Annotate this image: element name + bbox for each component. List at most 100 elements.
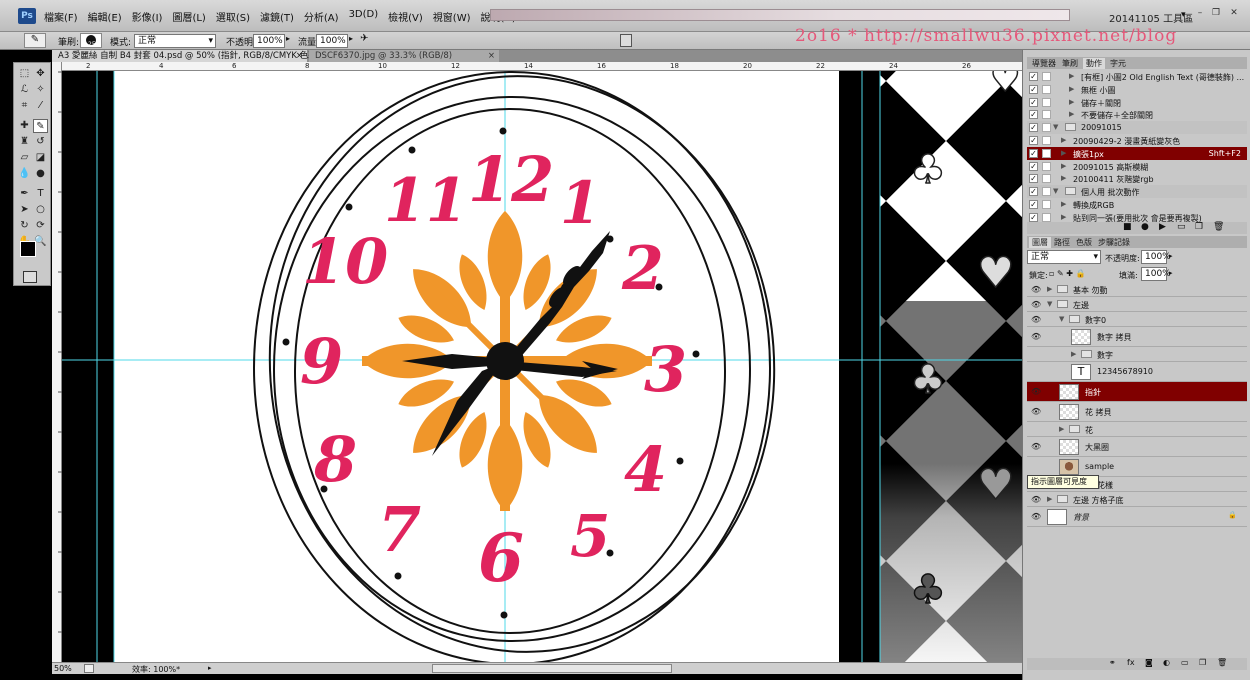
healing-brush-tool-icon[interactable]: ✚	[17, 119, 32, 133]
visibility-eye-icon[interactable]: 👁	[1031, 495, 1041, 504]
checkmark-icon[interactable]: ✓	[1029, 148, 1038, 158]
chevron-right-icon[interactable]: ▶	[1061, 149, 1066, 157]
layer-row[interactable]: 👁 指針	[1027, 382, 1247, 402]
tab-navigator[interactable]: 導覽器	[1029, 58, 1059, 69]
mask-icon[interactable]: ◙	[1145, 658, 1153, 667]
dialog-toggle[interactable]	[1042, 110, 1051, 120]
layer-row[interactable]: 👁 ▼ 左邊	[1027, 297, 1247, 312]
action-item[interactable]: ✓ ▶ 儲存＋關閉	[1027, 96, 1247, 109]
mode-select[interactable]: 正常 ▾	[134, 34, 216, 48]
tab-character[interactable]: 字元	[1107, 58, 1129, 69]
dialog-toggle[interactable]	[1042, 187, 1051, 197]
status-icon[interactable]	[84, 664, 94, 673]
tab-a3-alice[interactable]: A3 愛麗絲 自制 B4 封套 04.psd @ 50% (指針, RGB/8/…	[52, 50, 327, 62]
checkmark-icon[interactable]: ✓	[1029, 72, 1038, 81]
checkmark-icon[interactable]: ✓	[1029, 174, 1038, 184]
type-tool-icon[interactable]: T	[33, 187, 48, 201]
dodge-tool-icon[interactable]: ●	[33, 167, 48, 181]
checkmark-icon[interactable]: ✓	[1029, 110, 1038, 120]
play-icon[interactable]: ▶	[1159, 222, 1166, 232]
tab-dscf6370[interactable]: DSCF6370.jpg @ 33.3% (RGB/8) ×	[309, 50, 499, 62]
layer-row[interactable]: 👁 ▶ 基本 勿動	[1027, 282, 1247, 297]
brush-tool-preset-icon[interactable]: ✎	[24, 33, 46, 48]
chevron-down-icon[interactable]: ▼	[1053, 123, 1058, 131]
visibility-eye-icon[interactable]: 👁	[1031, 285, 1041, 294]
record-icon[interactable]: ●	[1141, 222, 1149, 232]
visibility-eye-icon[interactable]: 👁	[1031, 300, 1041, 309]
airbrush-icon[interactable]: ✈	[360, 33, 374, 48]
action-item[interactable]: ✓ ▶ 轉換成RGB	[1027, 198, 1247, 211]
menu-item[interactable]: 選取(S)	[216, 9, 250, 24]
action-item[interactable]: ✓ ▼ 個人用 批次動作	[1027, 185, 1247, 198]
layer-row[interactable]: sample	[1027, 457, 1247, 477]
magic-wand-tool-icon[interactable]: ✧	[33, 83, 48, 97]
chevron-right-icon[interactable]: ▶	[1061, 174, 1066, 182]
new-set-icon[interactable]: ▭	[1177, 222, 1186, 232]
layer-row[interactable]: 👁 背景 🔒	[1027, 507, 1247, 527]
trash-icon[interactable]: 🗑	[1213, 222, 1224, 232]
layer-row[interactable]: ▶ 花	[1027, 422, 1247, 437]
checkmark-icon[interactable]: ✓	[1029, 97, 1038, 107]
action-item[interactable]: ✓ ▶ [有框] 小圖2 Old English Text (哥德裝飾) ...	[1027, 70, 1247, 83]
menu-item[interactable]: 圖層(L)	[172, 9, 205, 24]
menu-item[interactable]: 視窗(W)	[433, 9, 471, 24]
action-item[interactable]: ✓ ▶ 20100411 灰階變rgb	[1027, 172, 1247, 185]
chevron-right-icon[interactable]: ▶	[1061, 162, 1066, 170]
chevron-down-icon[interactable]: ▼	[1059, 315, 1064, 323]
visibility-eye-icon[interactable]: 👁	[1031, 512, 1041, 521]
layer-row[interactable]: 👁 數字 拷貝	[1027, 327, 1247, 347]
tab-actions[interactable]: 動作	[1083, 58, 1105, 69]
layer-row[interactable]: 👁 ▼ 數字0	[1027, 312, 1247, 327]
fx-icon[interactable]: fx	[1127, 658, 1135, 667]
visibility-eye-icon[interactable]: 👁	[1031, 332, 1041, 341]
brush-preview[interactable]: 25	[80, 33, 102, 48]
chevron-down-icon[interactable]: ▼	[1047, 300, 1052, 308]
chevron-right-icon[interactable]: ▶	[1061, 136, 1066, 144]
trash-icon[interactable]: 🗑	[1217, 658, 1227, 667]
chevron-right-icon[interactable]: ▶	[1069, 98, 1074, 106]
lock-icons[interactable]: ▫ ✎ ✚ 🔒	[1049, 269, 1085, 278]
action-item[interactable]: ✓ ▼ 20091015	[1027, 121, 1247, 134]
tab-layers[interactable]: 圖層	[1029, 237, 1051, 248]
menu-item[interactable]: 3D(D)	[349, 9, 379, 24]
3d-rotate-tool-icon[interactable]: ↻	[17, 219, 32, 233]
dialog-toggle[interactable]	[1042, 174, 1051, 184]
action-item[interactable]: ✓ ▶ 20091015 高斯模糊	[1027, 160, 1247, 173]
dialog-toggle[interactable]	[1042, 123, 1051, 133]
layer-opacity-input[interactable]: 100%	[1141, 250, 1171, 264]
eraser-tool-icon[interactable]: ▱	[17, 151, 32, 165]
action-item[interactable]: ✓ ▶ 擴張1px Shft+F2	[1027, 146, 1247, 160]
dialog-toggle[interactable]	[1042, 84, 1051, 94]
brush-tool-icon[interactable]: ✎	[33, 119, 48, 133]
menu-item[interactable]: 影像(I)	[132, 9, 163, 24]
chevron-right-icon[interactable]: ▶	[1061, 213, 1066, 221]
checkmark-icon[interactable]: ✓	[1029, 84, 1038, 94]
menu-item[interactable]: 編輯(E)	[88, 9, 122, 24]
chevron-right-icon[interactable]: ▶	[1069, 85, 1074, 93]
horizontal-scrollbar-thumb[interactable]	[432, 664, 672, 673]
action-item[interactable]: ✓ ▶ 無框 小圖	[1027, 83, 1247, 96]
chevron-right-icon[interactable]: ▶	[1047, 495, 1052, 503]
zoom-level[interactable]: 50%	[54, 664, 72, 673]
tab-channels[interactable]: 色版	[1073, 237, 1095, 248]
eyedropper-tool-icon[interactable]: ⁄	[33, 99, 48, 113]
chevron-right-icon[interactable]: ▶	[1047, 285, 1052, 293]
close-icon[interactable]: ×	[488, 50, 495, 62]
visibility-eye-icon[interactable]: 👁	[1031, 315, 1041, 324]
tab-history[interactable]: 步驟記錄	[1095, 237, 1133, 248]
chevron-down-icon[interactable]: ▾	[1181, 10, 1186, 20]
tablet-pressure-icon[interactable]	[620, 34, 632, 47]
flow-input[interactable]: 100%	[316, 34, 348, 48]
flow-arrow-icon[interactable]: ▸	[349, 34, 359, 48]
chevron-right-icon[interactable]: ▶	[1059, 425, 1064, 433]
checkmark-icon[interactable]: ✓	[1029, 200, 1038, 209]
layer-row[interactable]: ▶ 數字	[1027, 347, 1247, 362]
dialog-toggle[interactable]	[1042, 72, 1051, 81]
layer-row[interactable]: 👁 大黑圈	[1027, 437, 1247, 457]
checkmark-icon[interactable]: ✓	[1029, 136, 1038, 145]
lasso-tool-icon[interactable]: ℒ	[17, 83, 32, 97]
dialog-toggle[interactable]	[1042, 200, 1051, 209]
new-action-icon[interactable]: ❐	[1195, 222, 1203, 232]
layer-row[interactable]: 👁 花 拷貝	[1027, 402, 1247, 422]
visibility-eye-icon[interactable]: 👁	[1031, 387, 1041, 396]
